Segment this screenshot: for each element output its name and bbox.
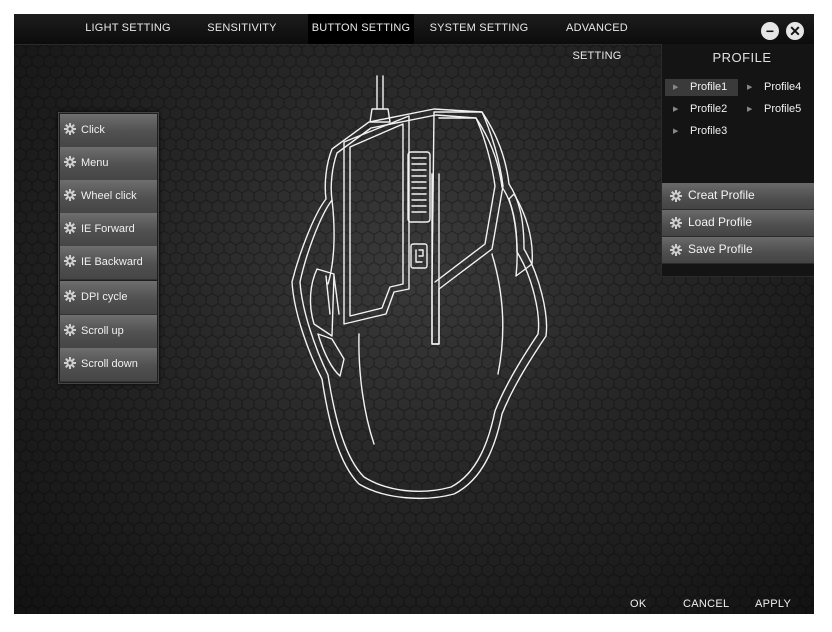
function-wheel-click-button[interactable]: Wheel click — [60, 180, 157, 214]
top-navigation-bar: LIGHT SETTING SENSITIVITY BUTTON SETTING… — [14, 14, 814, 62]
profile-item-2[interactable]: ▶ Profile2 — [665, 101, 738, 118]
gear-icon — [64, 290, 76, 302]
tab-system-setting[interactable]: SYSTEM SETTING — [428, 14, 530, 44]
profile-title: PROFILE — [712, 50, 772, 65]
mouse-outline-illustration — [291, 75, 548, 500]
save-profile-button[interactable]: Save Profile — [662, 237, 814, 264]
profile-item-5[interactable]: ▶ Profile5 — [739, 101, 814, 118]
gear-icon — [670, 217, 682, 229]
profile-item-1[interactable]: ▶ Profile1 — [665, 79, 738, 96]
function-label: Wheel click — [81, 190, 137, 202]
gear-icon — [64, 357, 76, 369]
gear-icon — [64, 156, 76, 168]
arrow-right-icon: ▶ — [673, 106, 679, 113]
profile-item-3[interactable]: ▶ Profile3 — [665, 123, 738, 140]
function-label: Click — [81, 124, 105, 136]
action-label: Creat Profile — [688, 188, 755, 202]
function-label: IE Forward — [81, 223, 135, 235]
profile-label: Profile3 — [690, 125, 728, 137]
profile-item-4[interactable]: ▶ Profile4 — [739, 79, 814, 96]
function-ie-forward-button[interactable]: IE Forward — [60, 213, 157, 247]
gear-icon — [64, 324, 76, 336]
action-label: Save Profile — [688, 242, 753, 256]
function-label: Menu — [81, 157, 109, 169]
close-icon: ✕ — [789, 23, 801, 39]
apply-button[interactable]: APPLY — [755, 598, 791, 610]
function-dpi-cycle-button[interactable]: DPI cycle — [60, 281, 157, 315]
arrow-right-icon: ▶ — [673, 128, 679, 135]
gear-icon — [64, 222, 76, 234]
gear-icon — [64, 189, 76, 201]
profile-label: Profile4 — [764, 81, 802, 93]
create-profile-button[interactable]: Creat Profile — [662, 183, 814, 210]
function-label: Scroll down — [81, 358, 138, 370]
function-scroll-up-button[interactable]: Scroll up — [60, 315, 157, 349]
profile-label: Profile2 — [690, 103, 728, 115]
function-label: DPI cycle — [81, 291, 128, 303]
function-menu-button[interactable]: Menu — [60, 147, 157, 181]
function-ie-backward-button[interactable]: IE Backward — [60, 246, 157, 280]
gear-icon — [64, 123, 76, 135]
function-label: Scroll up — [81, 325, 124, 337]
arrow-right-icon: ▶ — [747, 84, 753, 91]
gear-icon — [64, 255, 76, 267]
app-window: LIGHT SETTING SENSITIVITY BUTTON SETTING… — [14, 14, 814, 614]
profile-panel: PROFILE ▶ Profile1 ▶ Profile2 ▶ Profile3… — [661, 44, 814, 277]
profile-label: Profile1 — [690, 81, 728, 93]
gear-icon — [670, 244, 682, 256]
profile-label: Profile5 — [764, 103, 802, 115]
function-click-button[interactable]: Click — [60, 114, 157, 148]
gear-icon — [670, 190, 682, 202]
arrow-right-icon: ▶ — [747, 106, 753, 113]
button-function-panel: Click Menu Wheel click IE Forward IE Bac… — [58, 112, 159, 384]
function-label: IE Backward — [81, 256, 143, 268]
tab-light-setting[interactable]: LIGHT SETTING — [80, 14, 176, 44]
close-button[interactable]: ✕ — [786, 22, 804, 40]
minimize-button[interactable]: − — [761, 22, 779, 40]
cancel-button[interactable]: CANCEL — [683, 598, 729, 610]
arrow-right-icon: ▶ — [673, 84, 679, 91]
tab-button-setting[interactable]: BUTTON SETTING — [308, 14, 414, 44]
tab-sensitivity[interactable]: SENSITIVITY — [200, 14, 284, 44]
function-scroll-down-button[interactable]: Scroll down — [60, 348, 157, 382]
load-profile-button[interactable]: Load Profile — [662, 210, 814, 237]
action-label: Load Profile — [688, 215, 753, 229]
ok-button[interactable]: OK — [630, 598, 647, 610]
minus-icon: − — [765, 23, 775, 39]
tab-advanced-setting[interactable]: ADVANCED SETTING — [540, 14, 654, 62]
